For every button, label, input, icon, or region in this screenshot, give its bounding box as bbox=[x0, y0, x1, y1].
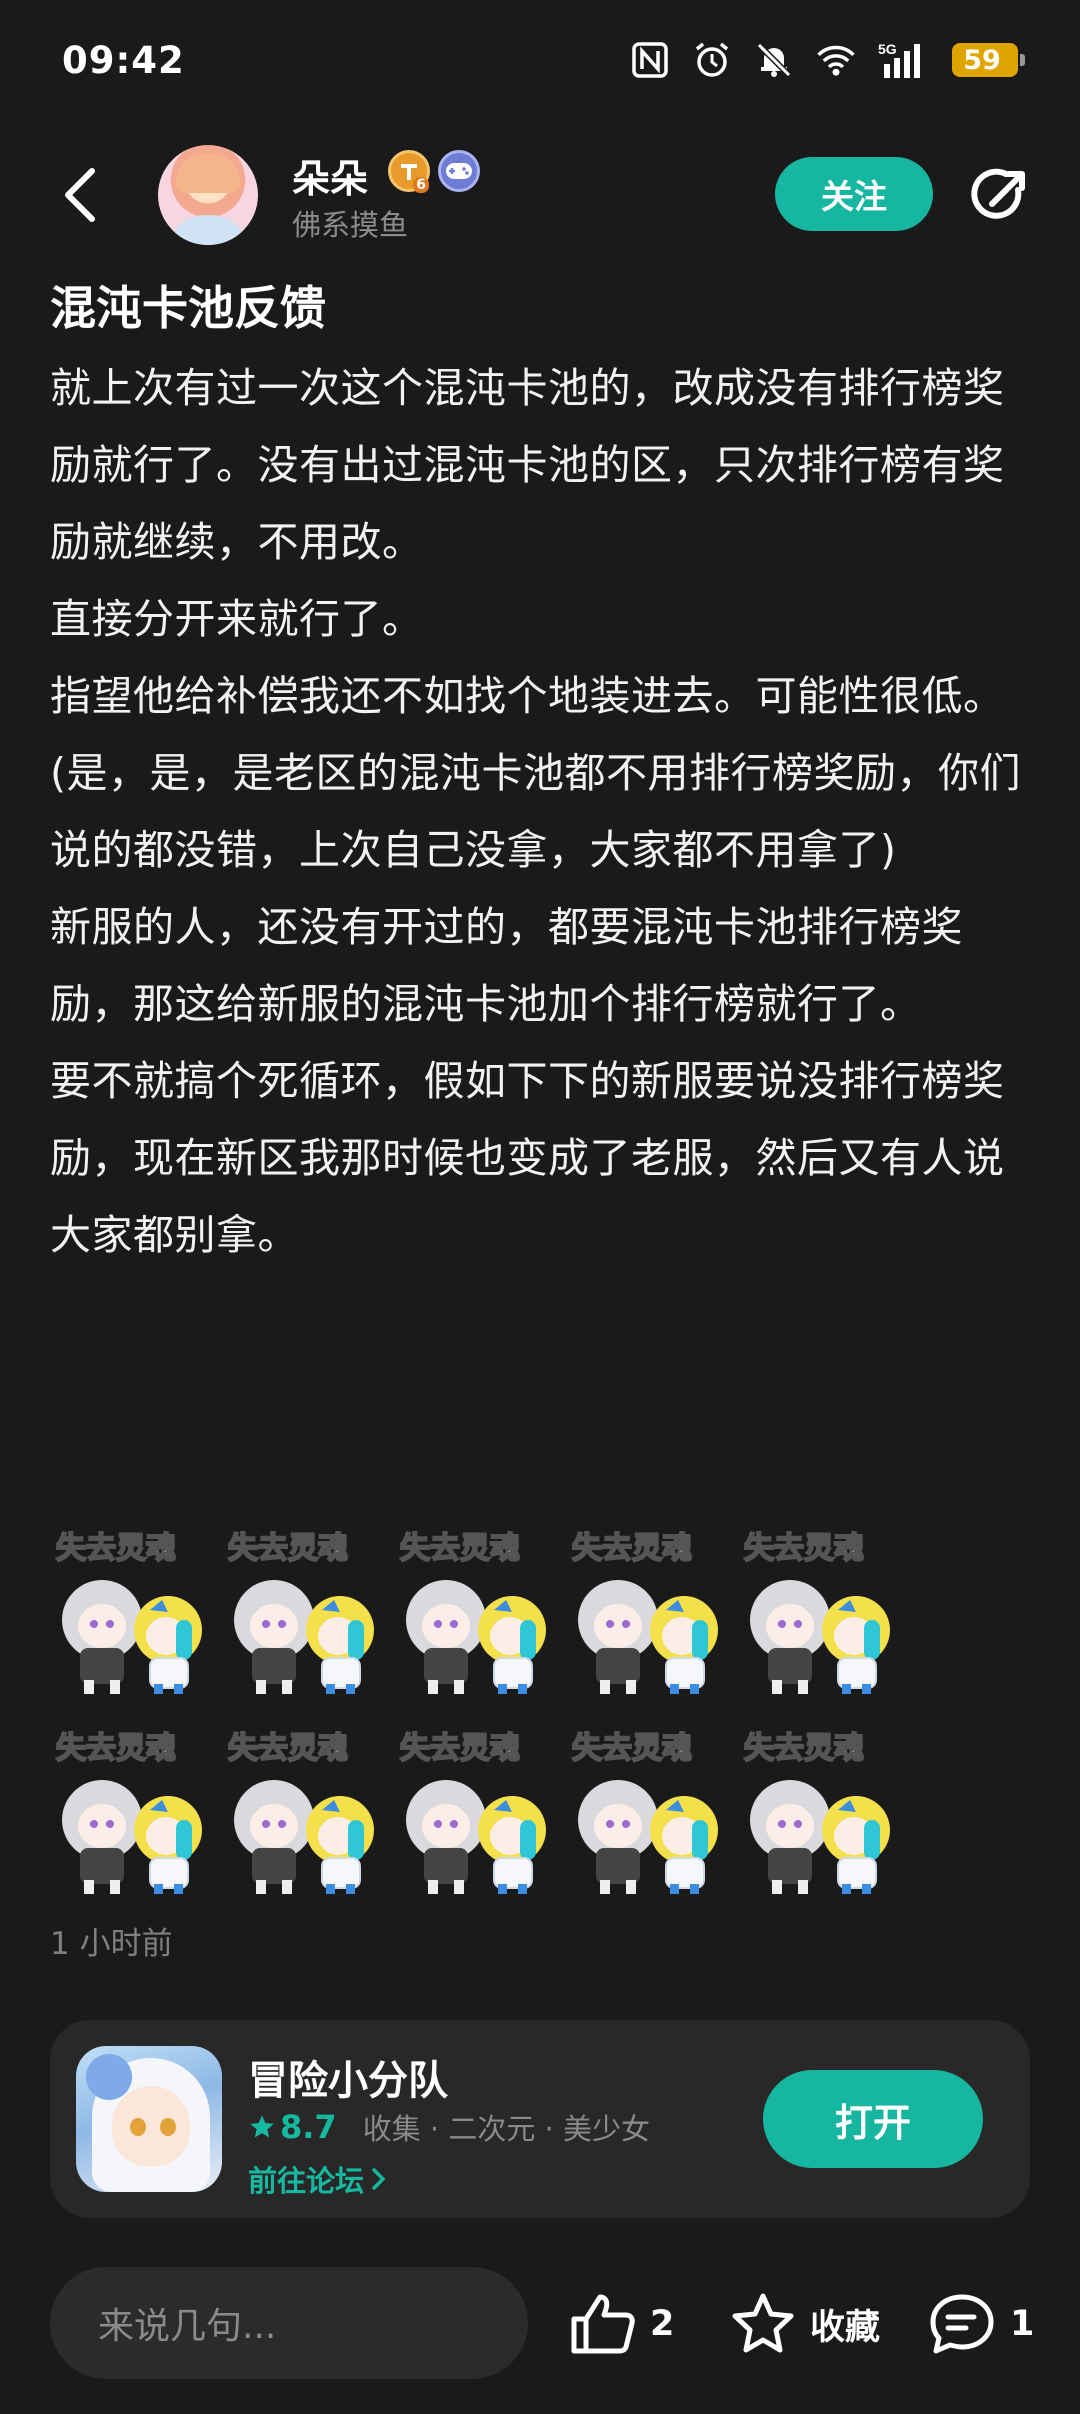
alarm-icon bbox=[692, 40, 732, 80]
author-subtitle: 佛系摸鱼 bbox=[292, 208, 409, 242]
chevron-left-icon bbox=[65, 168, 95, 222]
game-app-icon[interactable] bbox=[76, 2046, 222, 2192]
gamepad-badge-icon bbox=[438, 150, 480, 192]
share-button[interactable] bbox=[966, 162, 1034, 230]
follow-button[interactable]: 关注 bbox=[775, 157, 933, 231]
post-paragraph: 新服的人，还没有开过的，都要混沌卡池排行榜奖励，那这给新服的混沌卡池加个排行榜就… bbox=[50, 903, 963, 1028]
sticker-grid: 失去灵魂 失去灵魂 失去灵魂 失去灵魂 失去灵魂 失去灵魂 失去灵魂 失去灵魂 失去灵魂 失去灵魂 bbox=[50, 1520, 910, 1898]
game-meta: 8.7 收集 · 二次元 · 美少女 bbox=[248, 2106, 650, 2148]
post-paragraph: 指望他给补偿我还不如找个地装进去。可能性很低。 bbox=[50, 672, 1005, 720]
star-icon bbox=[250, 2115, 274, 2138]
sticker-caption: 失去灵魂 bbox=[572, 1731, 692, 1766]
comment-input[interactable]: 来说几句... bbox=[50, 2267, 528, 2379]
post-paragraph: 直接分开来就行了。 bbox=[50, 595, 424, 643]
back-button[interactable] bbox=[50, 162, 110, 228]
post-timestamp: 1 小时前 bbox=[50, 1926, 173, 1962]
star-outline-icon bbox=[732, 2293, 794, 2353]
game-tags: 收集 · 二次元 · 美少女 bbox=[362, 2112, 650, 2146]
signal-5g-icon: 5G bbox=[878, 40, 930, 80]
nfc-icon bbox=[630, 40, 670, 80]
author-name[interactable]: 朵朵 bbox=[292, 148, 368, 203]
sticker-image[interactable]: 失去灵魂 bbox=[566, 1520, 736, 1698]
favorite-button[interactable]: 收藏 bbox=[730, 2284, 880, 2364]
sticker-caption: 失去灵魂 bbox=[572, 1531, 692, 1566]
game-rating: 8.7 bbox=[248, 2108, 337, 2146]
sticker-image[interactable]: 失去灵魂 bbox=[222, 1720, 392, 1898]
like-count: 2 bbox=[650, 2304, 675, 2344]
favorite-label: 收藏 bbox=[810, 2307, 881, 2348]
mute-icon bbox=[754, 40, 794, 80]
sticker-image[interactable]: 失去灵魂 bbox=[50, 1720, 220, 1898]
sticker-caption: 失去灵魂 bbox=[228, 1531, 348, 1566]
thumbs-up-icon bbox=[571, 2294, 635, 2354]
svg-text:5G: 5G bbox=[878, 41, 897, 57]
sticker-image[interactable]: 失去灵魂 bbox=[394, 1720, 564, 1898]
post-body: 就上次有过一次这个混沌卡池的，改成没有排行榜奖励就行了。没有出过混沌卡池的区，只… bbox=[50, 350, 1035, 1274]
sticker-caption: 失去灵魂 bbox=[400, 1531, 520, 1566]
post-title: 混沌卡池反馈 bbox=[50, 281, 326, 335]
status-icons: 5G 59 bbox=[630, 40, 1025, 80]
sticker-caption: 失去灵魂 bbox=[56, 1531, 176, 1566]
share-icon bbox=[971, 168, 1025, 219]
post-header: 朵朵 6 佛系摸鱼 关注 bbox=[0, 140, 1080, 250]
sticker-image[interactable]: 失去灵魂 bbox=[738, 1520, 908, 1698]
level-badge-icon: 6 bbox=[388, 150, 430, 193]
sticker-caption: 失去灵魂 bbox=[744, 1731, 864, 1766]
game-card[interactable]: 冒险小分队 8.7 收集 · 二次元 · 美少女 前往论坛 打开 bbox=[50, 2020, 1030, 2218]
author-avatar[interactable] bbox=[158, 145, 258, 245]
status-time: 09:42 bbox=[62, 38, 185, 82]
status-bar: 09:42 5G 59 bbox=[0, 0, 1080, 120]
post-paragraph: (是，是，是老区的混沌卡池都不用排行榜奖励，你们说的都没错，上次自己没拿，大家都… bbox=[50, 749, 1021, 874]
battery-icon: 59 bbox=[952, 43, 1025, 77]
sticker-image[interactable]: 失去灵魂 bbox=[222, 1520, 392, 1698]
sticker-caption: 失去灵魂 bbox=[744, 1531, 864, 1566]
post-paragraph: 就上次有过一次这个混沌卡池的，改成没有排行榜奖励就行了。没有出过混沌卡池的区，只… bbox=[50, 364, 1005, 566]
post-paragraph: 要不就搞个死循环，假如下下的新服要说没排行榜奖励，现在新区我那时候也变成了老服，… bbox=[50, 1057, 1005, 1259]
sticker-caption: 失去灵魂 bbox=[228, 1731, 348, 1766]
sticker-image[interactable]: 失去灵魂 bbox=[738, 1720, 908, 1898]
comment-count: 1 bbox=[1010, 2304, 1035, 2344]
battery-indicator: 59 bbox=[952, 43, 1025, 77]
sticker-image[interactable]: 失去灵魂 bbox=[50, 1520, 220, 1698]
sticker-image[interactable]: 失去灵魂 bbox=[394, 1520, 564, 1698]
sticker-image[interactable]: 失去灵魂 bbox=[566, 1720, 736, 1898]
wifi-icon bbox=[816, 40, 856, 80]
sticker-caption: 失去灵魂 bbox=[400, 1731, 520, 1766]
comment-bubble-icon bbox=[930, 2294, 994, 2354]
comments-button[interactable]: 1 bbox=[928, 2284, 1034, 2364]
game-name: 冒险小分队 bbox=[248, 2058, 448, 2104]
open-game-button[interactable]: 打开 bbox=[763, 2070, 983, 2168]
sticker-caption: 失去灵魂 bbox=[56, 1731, 176, 1766]
like-button[interactable]: 2 bbox=[570, 2284, 674, 2364]
chevron-right-icon bbox=[372, 2168, 386, 2190]
forum-link[interactable]: 前往论坛 bbox=[248, 2158, 388, 2200]
